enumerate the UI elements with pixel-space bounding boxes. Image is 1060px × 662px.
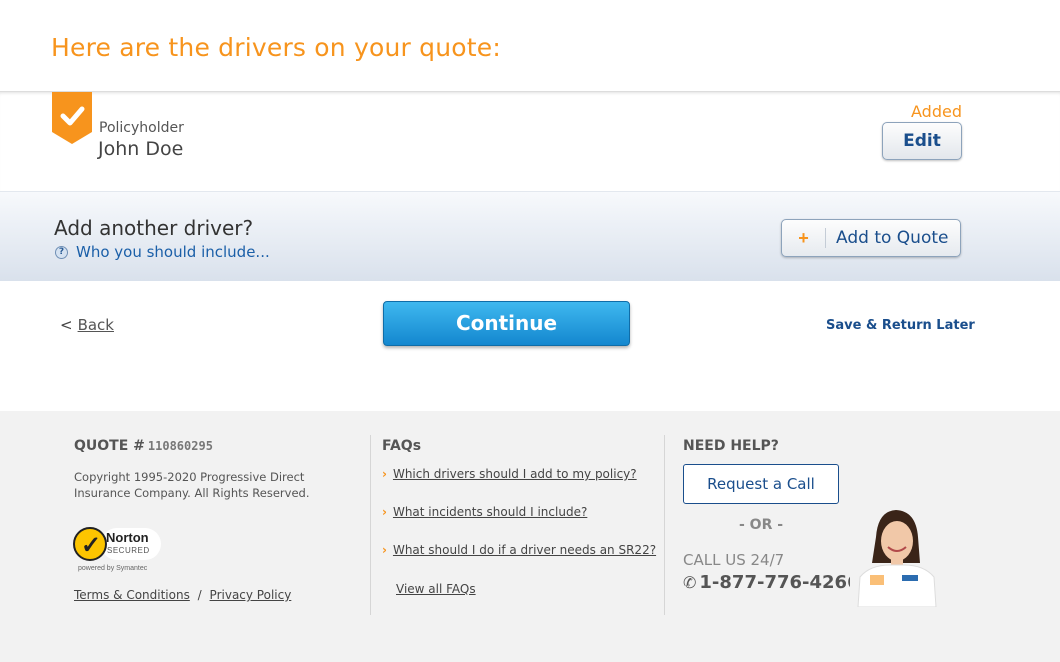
save-return-later-link[interactable]: Save & Return Later [826,318,975,333]
phone-icon: ✆ [683,573,697,592]
footer: QUOTE #110860295 Copyright 1995-2020 Pro… [0,411,1060,662]
driver-name: John Doe [98,138,184,160]
quote-number-value: 110860295 [147,439,213,453]
footer-divider [664,435,665,615]
norton-powered: powered by Symantec [78,565,148,572]
faq-item[interactable]: › What should I do if a driver needs an S… [382,543,656,557]
chevron-right-icon: › [382,467,387,481]
add-driver-title: Add another driver? [54,216,254,240]
or-separator: - OR - [739,517,784,533]
chevron-right-icon: › [382,505,387,519]
copyright-text: Copyright 1995-2020 Progressive Direct I… [74,470,310,500]
who-to-include-label: Who you should include... [76,243,270,261]
continue-button[interactable]: Continue [383,301,630,346]
faq-item[interactable]: › What incidents should I include? [382,505,587,519]
add-to-quote-label: Add to Quote [836,228,949,248]
chevron-right-icon: › [382,543,387,557]
legal-separator: / [197,588,202,602]
faq-item[interactable]: › Which drivers should I add to my policy… [382,467,637,481]
edit-driver-button[interactable]: Edit [882,122,962,160]
footer-divider [370,435,371,615]
norton-check-icon: ✓ [73,527,107,561]
who-to-include-link[interactable]: ? Who you should include... [55,243,270,261]
need-help-title: NEED HELP? [683,438,779,454]
quote-label: QUOTE # [74,438,145,454]
norton-brand: Norton [106,530,149,545]
phone-number-value: 1-877-776-4266 [699,572,860,593]
add-driver-section: Add another driver? ? Who you should inc… [0,191,1060,281]
driver-role: Policyholder [99,120,184,136]
faqs-title: FAQs [382,438,422,454]
norton-secured: SECURED [107,546,150,555]
add-to-quote-button[interactable]: + Add to Quote [781,219,961,257]
driver-status: Added [911,102,962,121]
checkmark-badge-icon [52,92,92,144]
back-chevron-icon: < [60,316,73,334]
back-link[interactable]: < Back [60,316,114,334]
driver-row: Policyholder John Doe Added Edit [0,91,1060,191]
terms-link[interactable]: Terms & Conditions [74,588,190,602]
back-label: Back [77,316,114,334]
question-icon: ? [55,245,68,259]
view-all-faqs-link[interactable]: View all FAQs [396,582,476,596]
page-title: Here are the drivers on your quote: [51,33,501,62]
phone-number[interactable]: ✆ 1-877-776-4266 [683,572,860,593]
main-panel: Here are the drivers on your quote: Poli… [0,0,1060,411]
agent-mascot-image [850,507,942,607]
plus-icon: + [782,228,826,248]
norton-secured-seal[interactable]: ✓ Norton SECURED powered by Symantec [73,524,163,574]
legal-links: Terms & Conditions / Privacy Policy [74,588,291,602]
call-us-label: CALL US 24/7 [683,551,785,569]
request-call-button[interactable]: Request a Call [683,464,839,504]
quote-number: QUOTE #110860295 [74,438,213,454]
privacy-link[interactable]: Privacy Policy [210,588,292,602]
